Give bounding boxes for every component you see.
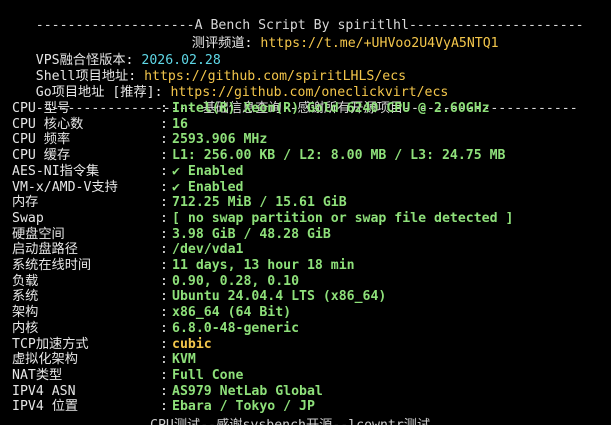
info-separator: : (160, 132, 176, 148)
info-separator: : (160, 210, 176, 226)
info-label: IPV4 位置 (12, 399, 79, 415)
channel-line: 测评频道: https://t.me/+UHVoo2U4VyA5NTQ1 (160, 20, 499, 51)
info-separator: : (160, 101, 176, 116)
info-label: 系统 (12, 289, 39, 305)
info-value: Full Cone (172, 367, 244, 383)
info-separator: : (160, 258, 176, 273)
info-value: KVM (172, 352, 196, 368)
info-separator: : (160, 195, 176, 211)
shell-line: Shell项目地址: https://github.com/spiritLHLS… (4, 53, 406, 84)
info-row: 系统在线时间: 11 days, 13 hour 18 min (12, 258, 355, 274)
info-separator: : (160, 336, 176, 352)
title-line: --------------------A Bench Script By sp… (4, 2, 584, 33)
info-value: ✔ Enabled (172, 179, 244, 195)
info-label: NAT类型 (12, 367, 63, 383)
info-value: 16 (172, 116, 188, 132)
info-separator: : (160, 367, 176, 383)
info-row: CPU 型号: Intel(R) Xeon(R) Gold 6240 CPU @… (12, 101, 490, 117)
info-value: 0.90, 0.28, 0.10 (172, 273, 300, 289)
info-label: CPU 频率 (12, 132, 71, 148)
info-row: 负载: 0.90, 0.28, 0.10 (12, 274, 299, 290)
info-row: TCP加速方式: cubic (12, 337, 212, 353)
info-value: AS979 NetLab Global (172, 383, 323, 399)
info-separator: : (160, 289, 176, 305)
info-row: Swap: [ no swap partition or swap file d… (12, 211, 513, 227)
info-separator: : (160, 226, 176, 242)
info-value: 3.98 GiB / 48.28 GiB (172, 226, 331, 242)
info-separator: : (160, 242, 176, 258)
info-value: 2593.906 MHz (172, 132, 268, 148)
info-row: 内核: 6.8.0-48-generic (12, 321, 299, 337)
info-label: 架构 (12, 305, 39, 321)
info-separator: : (160, 179, 176, 195)
info-value: Intel(R) Xeon(R) Gold 6240 CPU @ 2.60GHz (172, 101, 490, 116)
info-row: 虚拟化架构: KVM (12, 352, 196, 368)
info-label: 内存 (12, 195, 39, 211)
info-value: /dev/vda1 (172, 242, 244, 258)
info-value: 6.8.0-48-generic (172, 320, 300, 336)
info-value: Ubuntu 24.04.4 LTS (x86_64) (172, 289, 387, 305)
info-label: 系统在线时间 (12, 258, 92, 273)
info-value: Ebara / Tokyo / JP (172, 399, 315, 415)
info-row: CPU 缓存: L1: 256.00 KB / L2: 8.00 MB / L3… (12, 148, 505, 164)
info-label: Swap (12, 210, 44, 226)
info-separator: : (160, 273, 176, 289)
info-row: AES-NI指令集: ✔ Enabled (12, 164, 243, 180)
info-value: cubic (172, 336, 212, 352)
info-label: VM-x/AMD-V支持 (12, 179, 118, 195)
info-value: [ no swap partition or swap file detecte… (172, 210, 514, 226)
channel-link[interactable]: https://t.me/+UHVoo2U4VyA5NTQ1 (260, 36, 498, 51)
info-label: CPU 型号 (12, 101, 71, 116)
info-row: 启动盘路径: /dev/vda1 (12, 242, 243, 258)
info-label: IPV4 ASN (12, 383, 76, 399)
info-label: 内核 (12, 320, 39, 336)
info-separator: : (160, 399, 176, 415)
info-label: TCP加速方式 (12, 336, 89, 352)
info-row: VM-x/AMD-V支持: ✔ Enabled (12, 180, 243, 196)
info-label: 虚拟化架构 (12, 352, 78, 368)
info-label: 硬盘空间 (12, 226, 65, 242)
info-separator: : (160, 383, 176, 399)
info-separator: : (160, 116, 176, 132)
info-row: 系统: Ubuntu 24.04.4 LTS (x86_64) (12, 289, 386, 305)
info-value: x86_64 (64 Bit) (172, 305, 292, 321)
info-row: 架构: x86_64 (64 Bit) (12, 305, 291, 321)
info-separator: : (160, 148, 176, 164)
info-value: L1: 256.00 KB / L2: 8.00 MB / L3: 24.75 … (172, 148, 506, 164)
info-row: IPV4 ASN: AS979 NetLab Global (12, 384, 323, 400)
info-value: 712.25 MiB / 15.61 GiB (172, 195, 347, 211)
terminal-window[interactable]: --------------------A Bench Script By sp… (0, 0, 611, 425)
version-line: VPS融合怪版本: 2026.02.28 (4, 37, 221, 68)
info-row: 硬盘空间: 3.98 GiB / 48.28 GiB (12, 227, 331, 243)
info-label: AES-NI指令集 (12, 163, 100, 179)
info-row: NAT类型: Full Cone (12, 368, 243, 384)
info-label: 负载 (12, 273, 39, 289)
info-separator: : (160, 352, 176, 368)
info-row: CPU 频率: 2593.906 MHz (12, 132, 267, 148)
info-value: ✔ Enabled (172, 163, 244, 179)
cutoff-line: CPU测试--感谢sysbench开源--lcowntr测试 (150, 418, 430, 425)
info-separator: : (160, 163, 176, 179)
info-label: 启动盘路径 (12, 242, 78, 258)
info-label: CPU 核心数 (12, 116, 84, 132)
info-label: CPU 缓存 (12, 148, 71, 164)
info-separator: : (160, 320, 176, 336)
info-row: 内存: 712.25 MiB / 15.61 GiB (12, 195, 347, 211)
info-row: CPU 核心数: 16 (12, 117, 188, 133)
info-separator: : (160, 305, 176, 321)
info-row: IPV4 位置: Ebara / Tokyo / JP (12, 399, 315, 415)
info-value: 11 days, 13 hour 18 min (172, 258, 355, 273)
go-line: Go项目地址 [推荐]: https://github.com/oneclick… (4, 69, 449, 100)
section-header: ---------------------基础信息查询--感谢所有开源项目---… (4, 85, 578, 116)
